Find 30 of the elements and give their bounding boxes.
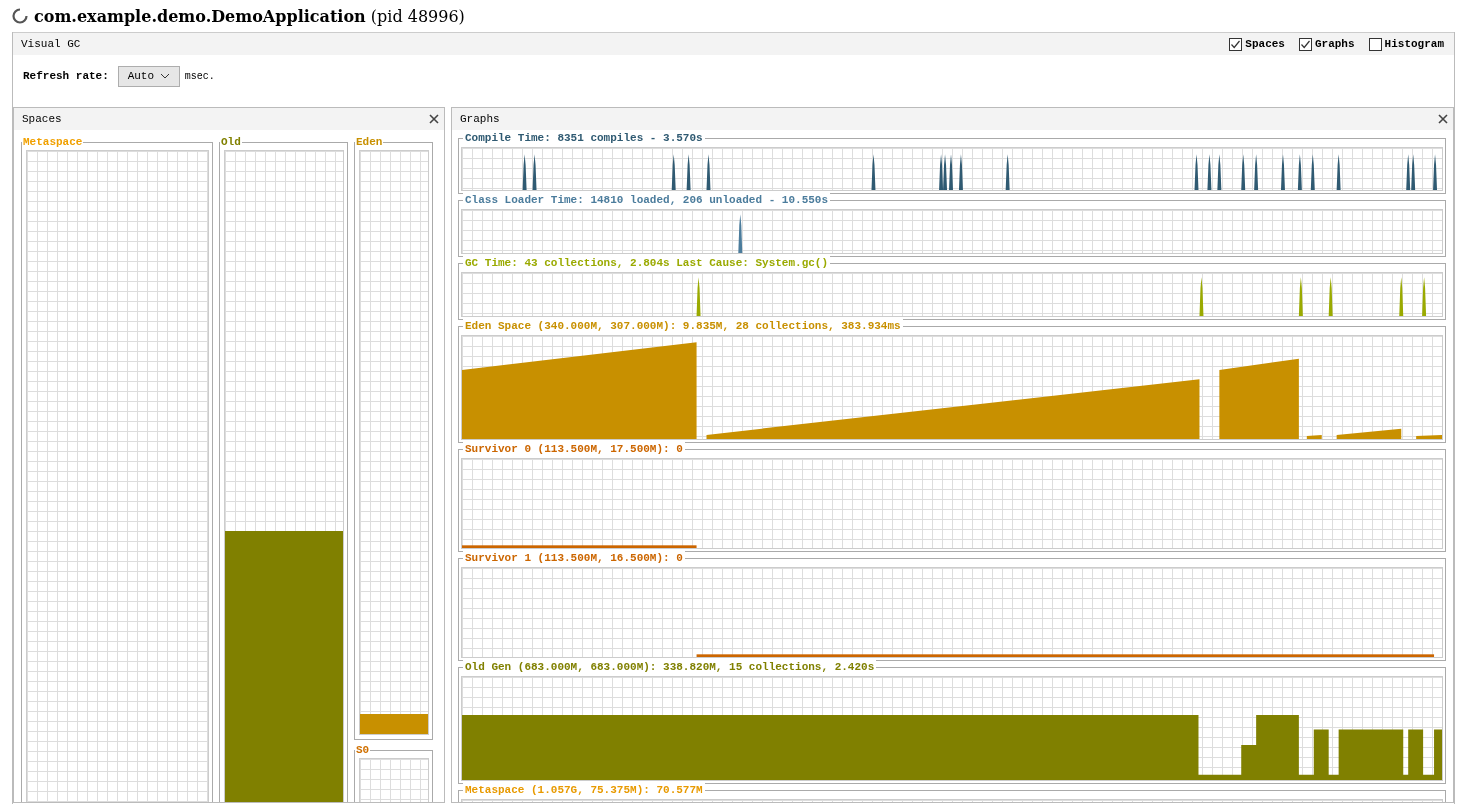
checkbox[interactable] [1229, 37, 1243, 51]
checkbox-label[interactable]: Graphs [1314, 38, 1355, 50]
spike-plot-drawing [738, 214, 743, 253]
window-title: com.example.demo.DemoApplication (pid 48996) [34, 6, 465, 26]
checkbox-label[interactable]: Histogram [1384, 38, 1444, 50]
view-tab-label: Visual GC [21, 38, 81, 50]
checkbox[interactable] [1298, 37, 1312, 51]
graph-title: GC Time: 43 collections, 2.804s Last Cause: System.gc() [463, 256, 831, 270]
graph-title: Survivor 1 (113.500M, 16.500M): 0 [463, 551, 685, 565]
graph-title: Metaspace (1.057G, 75.375M): 70.577M [463, 783, 705, 797]
graph-title: Class Loader Time: 14810 loaded, 206 unloaded - 10.550s [463, 193, 831, 207]
checkbox-label[interactable]: Spaces [1245, 38, 1285, 50]
graph-title: Survivor 0 (113.500M, 17.500M): 0 [463, 442, 685, 456]
space-label: Old [220, 136, 242, 148]
refresh-rate-label: Refresh rate: [23, 70, 109, 82]
space-label: Eden [355, 136, 384, 148]
graph-title: Old Gen (683.000M, 683.000M): 338.820M, 15 collections, 2.420s [463, 660, 877, 674]
loading-spinner-icon [12, 8, 28, 24]
caret-icon [160, 73, 171, 79]
refresh-unit-label: msec. [184, 70, 215, 82]
space-label: Metaspace [22, 136, 84, 148]
graph-title: Eden Space (340.000M, 307.000M): 9.835M, 28 collections, 383.934ms [463, 319, 903, 333]
space-label: S0 [355, 744, 371, 756]
panel-title: Graphs [460, 113, 500, 125]
panel-title: Spaces [22, 113, 62, 125]
close-icon[interactable] [1438, 114, 1448, 124]
graph-title: Compile Time: 8351 compiles - 3.570s [463, 131, 705, 145]
checkbox[interactable] [1368, 37, 1382, 51]
close-icon[interactable] [429, 114, 439, 124]
refresh-rate-dropdown[interactable]: Auto [117, 65, 180, 87]
